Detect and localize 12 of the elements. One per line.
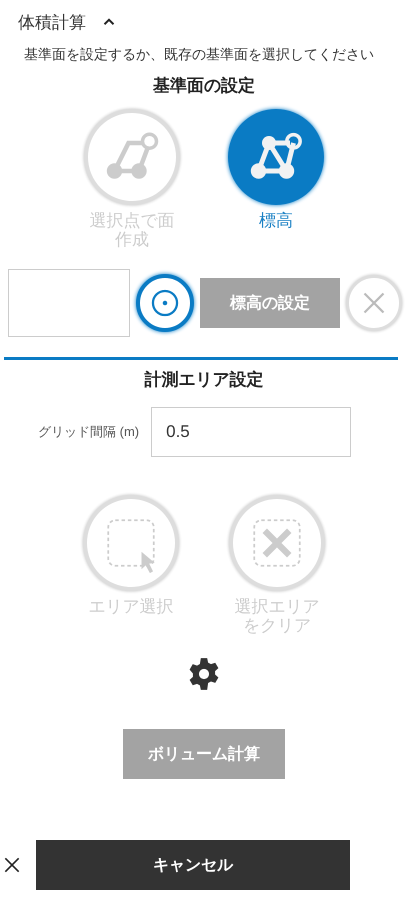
grid-spacing-label: グリッド間隔 (m) bbox=[38, 423, 140, 441]
grid-spacing-field[interactable]: 0.5 bbox=[151, 407, 352, 457]
mode-button[interactable] bbox=[228, 109, 324, 205]
instruction-text: 基準面を設定するか、既存の基準面を選択してください bbox=[23, 46, 375, 64]
mode-label: 標高 bbox=[258, 211, 294, 230]
pick-point-button[interactable] bbox=[136, 274, 194, 332]
section-heading: 計測エリア設定 bbox=[144, 369, 264, 391]
section-heading: 基準面の設定 bbox=[153, 75, 255, 97]
elevation-input-field[interactable] bbox=[8, 269, 130, 337]
cancel-button[interactable]: キャンセル bbox=[36, 840, 350, 890]
panel-title: 体積計算 bbox=[18, 12, 86, 34]
close-icon[interactable] bbox=[2, 855, 22, 875]
